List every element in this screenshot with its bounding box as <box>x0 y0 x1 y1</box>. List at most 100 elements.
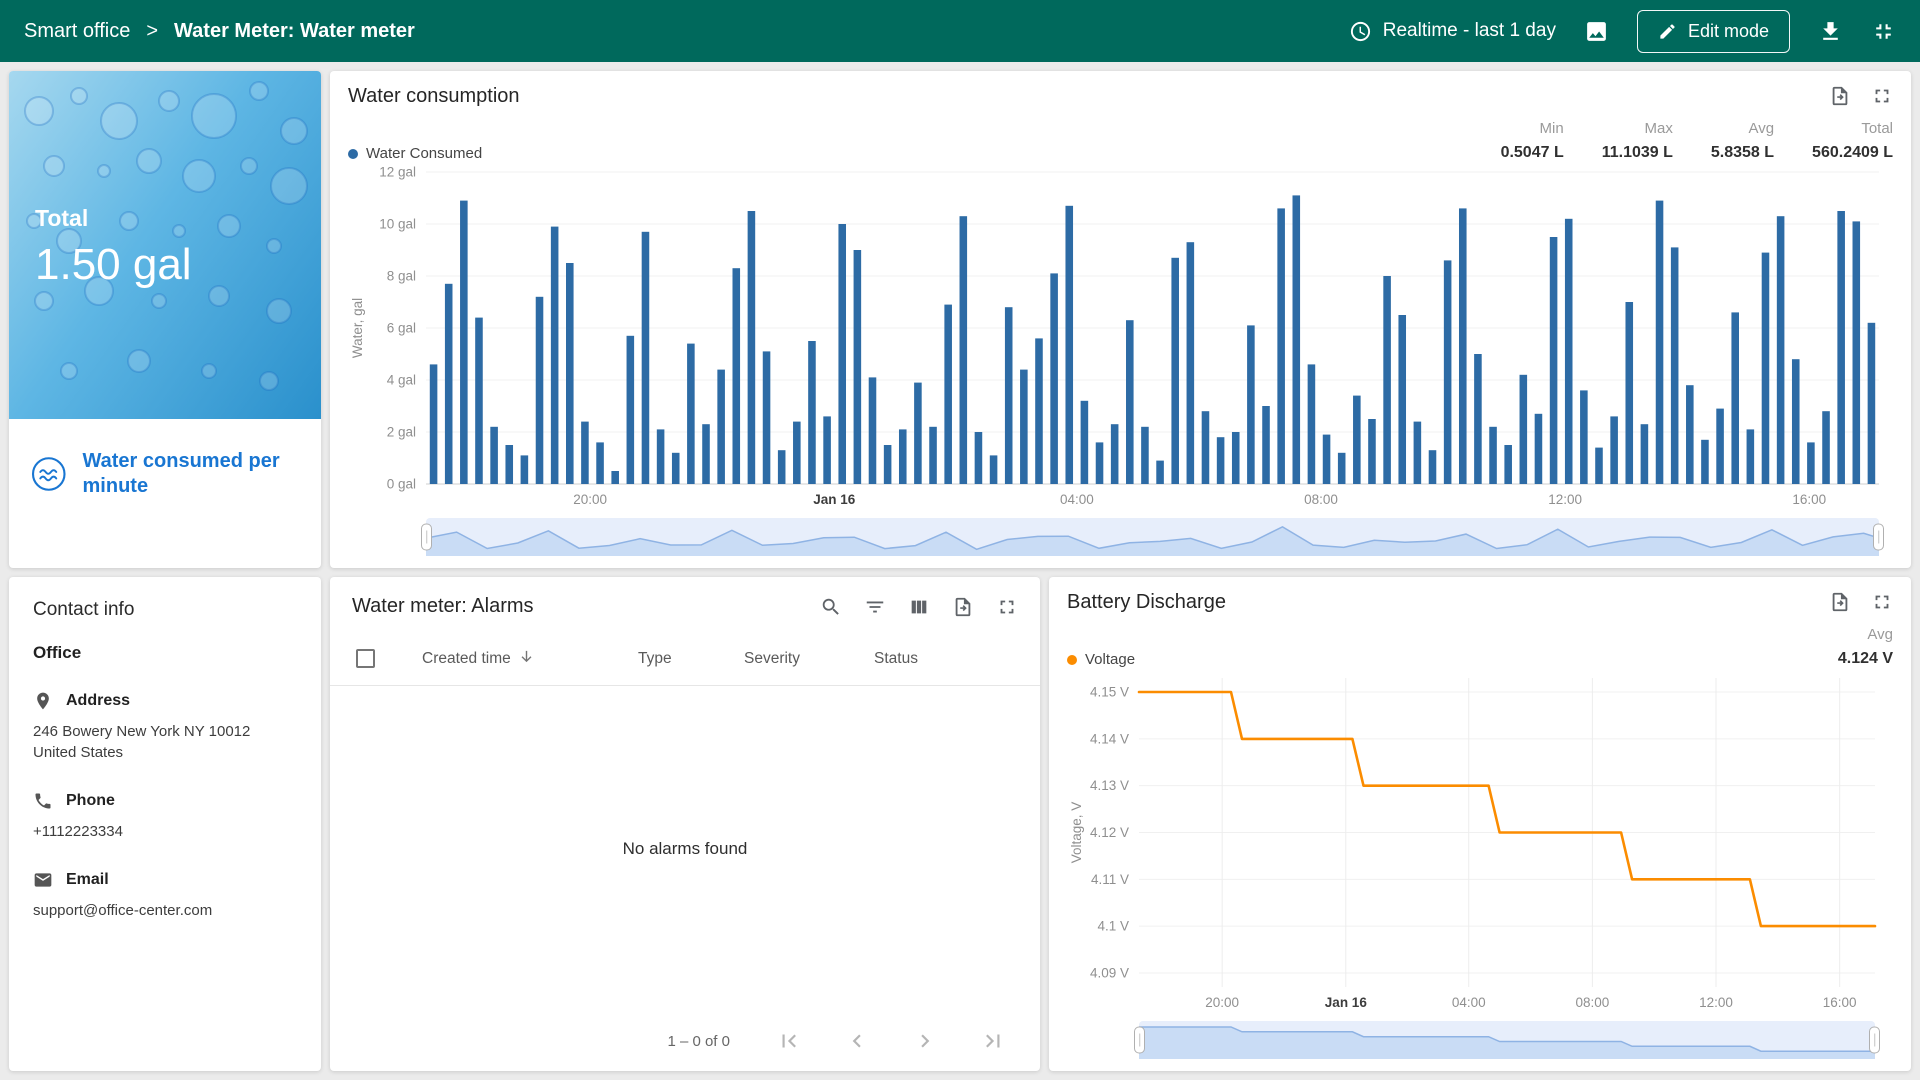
contact-org: Office <box>33 643 297 663</box>
water-bar-chart: 0 gal2 gal4 gal6 gal8 gal10 gal12 gal20:… <box>348 162 1893 510</box>
svg-text:4.09 V: 4.09 V <box>1090 965 1129 980</box>
svg-text:Water, gal: Water, gal <box>350 298 365 358</box>
breadcrumb: Smart office > Water Meter: Water meter <box>24 20 415 43</box>
navigator-left-handle[interactable] <box>421 524 432 551</box>
svg-text:16:00: 16:00 <box>1823 995 1857 1010</box>
voltage-legend-item[interactable]: Voltage <box>1067 651 1135 668</box>
column-type[interactable]: Type <box>638 650 744 668</box>
filter-icon[interactable] <box>864 596 886 618</box>
edit-mode-button[interactable]: Edit mode <box>1637 10 1790 53</box>
exit-fullscreen-button[interactable] <box>1871 19 1896 44</box>
total-consumption-card: Total 1.50 gal Water consumed per minute <box>9 71 321 568</box>
water-per-minute-link[interactable]: Water consumed per minute <box>9 419 321 529</box>
sort-desc-icon <box>518 648 535 670</box>
svg-text:12:00: 12:00 <box>1699 995 1733 1010</box>
water-per-minute-label: Water consumed per minute <box>83 449 299 499</box>
search-icon[interactable] <box>820 596 842 618</box>
column-status[interactable]: Status <box>874 650 974 668</box>
contact-info-card: Contact info Office Address 246 Bowery N… <box>9 577 321 1071</box>
water-photo: Total 1.50 gal <box>9 71 321 419</box>
total-label: Total <box>35 205 192 232</box>
download-icon <box>1818 19 1843 44</box>
top-bar: Smart office > Water Meter: Water meter … <box>0 0 1920 62</box>
svg-text:08:00: 08:00 <box>1304 492 1338 507</box>
address-line1: 246 Bowery New York NY 10012 <box>33 721 297 742</box>
email-value: support@office-center.com <box>33 900 297 921</box>
last-page-icon[interactable] <box>980 1028 1006 1054</box>
fullscreen-icon[interactable] <box>1871 85 1893 107</box>
first-page-icon[interactable] <box>776 1028 802 1054</box>
svg-text:4.13 V: 4.13 V <box>1090 778 1129 793</box>
svg-text:4.1 V: 4.1 V <box>1097 919 1129 934</box>
svg-text:4 gal: 4 gal <box>387 373 416 388</box>
no-alarms-message: No alarms found <box>330 686 1040 1011</box>
timewindow-label: Realtime - last 1 day <box>1383 20 1556 42</box>
water-consumption-card: Water consumption Water Consumed Min0.50… <box>330 71 1911 568</box>
alarms-card: Water meter: Alarms Created time Type Se… <box>330 577 1040 1071</box>
fullscreen-icon[interactable] <box>1871 591 1893 613</box>
column-severity[interactable]: Severity <box>744 650 874 668</box>
water-legend-item[interactable]: Water Consumed <box>348 145 482 162</box>
columns-icon[interactable] <box>908 596 930 618</box>
svg-text:12 gal: 12 gal <box>379 165 416 180</box>
previous-page-icon[interactable] <box>844 1028 870 1054</box>
alarms-title: Water meter: Alarms <box>352 595 534 618</box>
max-value: 11.1039 L <box>1602 144 1673 162</box>
svg-text:4.15 V: 4.15 V <box>1090 685 1129 700</box>
select-all-checkbox[interactable] <box>356 649 375 668</box>
email-label: Email <box>66 871 109 889</box>
legend-dot <box>1067 655 1077 665</box>
max-label: Max <box>1645 120 1673 137</box>
fullscreen-icon[interactable] <box>996 596 1018 618</box>
exit-fullscreen-icon <box>1871 19 1896 44</box>
column-created-time[interactable]: Created time <box>422 648 638 670</box>
phone-label: Phone <box>66 792 115 810</box>
alarms-table-header: Created time Type Severity Status <box>330 632 1040 686</box>
svg-text:16:00: 16:00 <box>1792 492 1826 507</box>
battery-chart-navigator[interactable] <box>1139 1021 1875 1059</box>
navigator-right-handle[interactable] <box>1869 1027 1880 1054</box>
svg-text:0 gal: 0 gal <box>387 477 416 492</box>
water-stats: Min0.5047 L Max11.1039 L Avg5.8358 L Tot… <box>1501 120 1893 162</box>
navigator-right-handle[interactable] <box>1873 524 1884 551</box>
timewindow-button[interactable]: Realtime - last 1 day <box>1349 20 1556 43</box>
avg-label: Avg <box>1867 626 1893 643</box>
svg-text:Jan 16: Jan 16 <box>813 492 856 507</box>
legend-label: Water Consumed <box>366 145 482 162</box>
export-data-icon[interactable] <box>1829 591 1851 613</box>
export-data-icon[interactable] <box>1829 85 1851 107</box>
water-chart-navigator[interactable] <box>426 518 1879 556</box>
svg-text:12:00: 12:00 <box>1548 492 1582 507</box>
breadcrumb-current: Water Meter: Water meter <box>174 20 415 43</box>
breadcrumb-root[interactable]: Smart office <box>24 20 130 43</box>
battery-chart-title: Battery Discharge <box>1067 591 1226 614</box>
created-time-label: Created time <box>422 650 511 668</box>
breadcrumb-separator-icon: > <box>146 20 158 43</box>
svg-text:4.14 V: 4.14 V <box>1090 731 1129 746</box>
total-label: Total <box>1861 120 1893 137</box>
svg-text:4.12 V: 4.12 V <box>1090 825 1129 840</box>
edit-mode-label: Edit mode <box>1688 21 1769 42</box>
legend-label: Voltage <box>1085 651 1135 668</box>
image-icon <box>1584 19 1609 44</box>
legend-dot <box>348 149 358 159</box>
dashboard-image-button[interactable] <box>1584 19 1609 44</box>
svg-text:20:00: 20:00 <box>1205 995 1239 1010</box>
dashboard-grid: Total 1.50 gal Water consumed per minute… <box>0 62 1920 1080</box>
export-data-icon[interactable] <box>952 596 974 618</box>
avg-value: 5.8358 L <box>1711 144 1774 162</box>
svg-text:04:00: 04:00 <box>1452 995 1486 1010</box>
water-consumption-icon <box>31 452 67 496</box>
navigator-left-handle[interactable] <box>1134 1027 1145 1054</box>
avg-value: 4.124 V <box>1838 650 1893 668</box>
svg-text:Voltage, V: Voltage, V <box>1069 802 1084 864</box>
battery-line-chart: 4.09 V4.1 V4.11 V4.12 V4.13 V4.14 V4.15 … <box>1067 668 1893 1013</box>
svg-text:08:00: 08:00 <box>1575 995 1609 1010</box>
alarms-pagination: 1 – 0 of 0 <box>330 1011 1040 1071</box>
email-icon <box>33 870 53 890</box>
location-pin-icon <box>33 691 53 711</box>
next-page-icon[interactable] <box>912 1028 938 1054</box>
download-dashboard-button[interactable] <box>1818 19 1843 44</box>
svg-text:Jan 16: Jan 16 <box>1325 995 1368 1010</box>
avg-label: Avg <box>1748 120 1774 137</box>
